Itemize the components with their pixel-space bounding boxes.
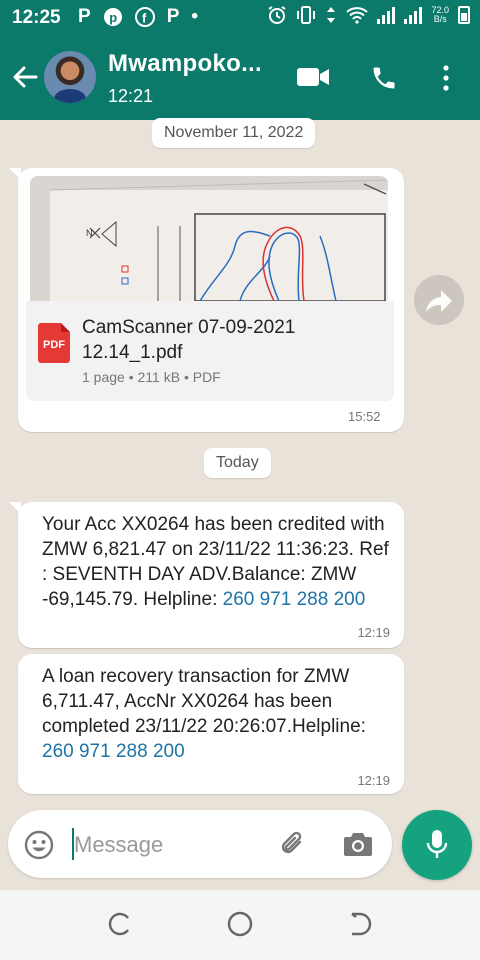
date-chip-today: Today — [204, 448, 271, 478]
bubble-tail — [9, 168, 21, 180]
wifi-icon — [346, 7, 369, 24]
back-arrow-icon[interactable] — [10, 62, 40, 92]
battery-icon — [458, 6, 470, 24]
status-time: 12:25 — [12, 7, 61, 28]
pinterest-icon: p — [103, 8, 122, 26]
recent-apps-icon[interactable] — [106, 910, 134, 938]
message-time: 12:19 — [357, 625, 390, 640]
date-chip: November 11, 2022 — [152, 118, 316, 148]
pdf-file-icon: PDF — [38, 323, 70, 363]
helpline-link[interactable]: 260 971 288 200 — [42, 741, 185, 762]
svg-text:p: p — [109, 10, 117, 25]
signal-icon-2 — [404, 6, 423, 24]
home-icon[interactable] — [226, 910, 254, 938]
vibrate-icon — [297, 6, 316, 24]
message-time: 12:19 — [357, 773, 390, 788]
attach-icon[interactable] — [276, 828, 308, 860]
chat-area[interactable]: November 11, 2022 N PDF CamScanner 07-09… — [0, 118, 480, 810]
message-input[interactable] — [72, 828, 266, 862]
status-right-icons: 72.0 B/s — [267, 5, 470, 25]
document-preview-image: N — [30, 176, 388, 301]
message-body: A loan recovery transaction for ZMW 6,71… — [42, 666, 366, 737]
system-navigation-bar — [0, 890, 480, 960]
camera-icon[interactable] — [342, 830, 374, 858]
net-speed-unit: B/s — [433, 14, 447, 24]
status-bar: 12:25 P p f P • 72.0 B/s — [0, 0, 480, 36]
bubble-tail — [9, 502, 21, 514]
facebook-icon: f — [134, 7, 155, 27]
microphone-icon — [426, 830, 448, 858]
notification-icons: P p f P • — [78, 6, 198, 28]
p-notification-icon-2: P — [166, 6, 180, 27]
incoming-message[interactable]: Your Acc XX0264 has been credited with Z… — [9, 502, 404, 648]
signal-icon — [377, 6, 396, 24]
svg-text:f: f — [142, 11, 147, 26]
net-speed: 72.0 B/s — [431, 6, 449, 24]
more-options-icon[interactable] — [438, 64, 454, 92]
message-time: 15:52 — [348, 409, 381, 424]
message-text: Your Acc XX0264 has been credited with Z… — [42, 512, 392, 612]
data-arrows-icon — [327, 7, 336, 23]
back-nav-icon[interactable] — [346, 910, 374, 938]
incoming-message[interactable]: A loan recovery transaction for ZMW 6,71… — [18, 654, 404, 794]
voice-call-icon[interactable] — [370, 64, 398, 92]
chat-header: Mwampoko... 12:21 — [0, 36, 480, 120]
contact-avatar[interactable] — [44, 51, 96, 103]
forward-icon — [426, 290, 452, 312]
svg-text:N: N — [86, 228, 93, 238]
video-call-icon[interactable] — [296, 66, 330, 88]
document-file-info: 1 page • 211 kB • PDF — [82, 369, 221, 385]
message-text: A loan recovery transaction for ZMW 6,71… — [42, 664, 392, 764]
message-composer — [8, 810, 392, 878]
document-preview[interactable]: N — [30, 176, 388, 301]
document-info-card[interactable]: PDF CamScanner 07-09-2021 12.14_1.pdf 1 … — [26, 301, 394, 401]
helpline-link[interactable]: 260 971 288 200 — [223, 589, 366, 610]
p-notification-icon: P — [78, 6, 91, 27]
contact-name[interactable]: Mwampoko... — [108, 50, 262, 78]
more-notifications-dot: • — [191, 6, 199, 27]
forward-button[interactable] — [414, 275, 464, 325]
voice-message-button[interactable] — [402, 810, 472, 880]
document-file-name: CamScanner 07-09-2021 12.14_1.pdf — [82, 317, 296, 363]
contact-last-seen: 12:21 — [108, 86, 154, 106]
alarm-icon — [268, 6, 287, 24]
emoji-icon[interactable] — [24, 830, 54, 860]
